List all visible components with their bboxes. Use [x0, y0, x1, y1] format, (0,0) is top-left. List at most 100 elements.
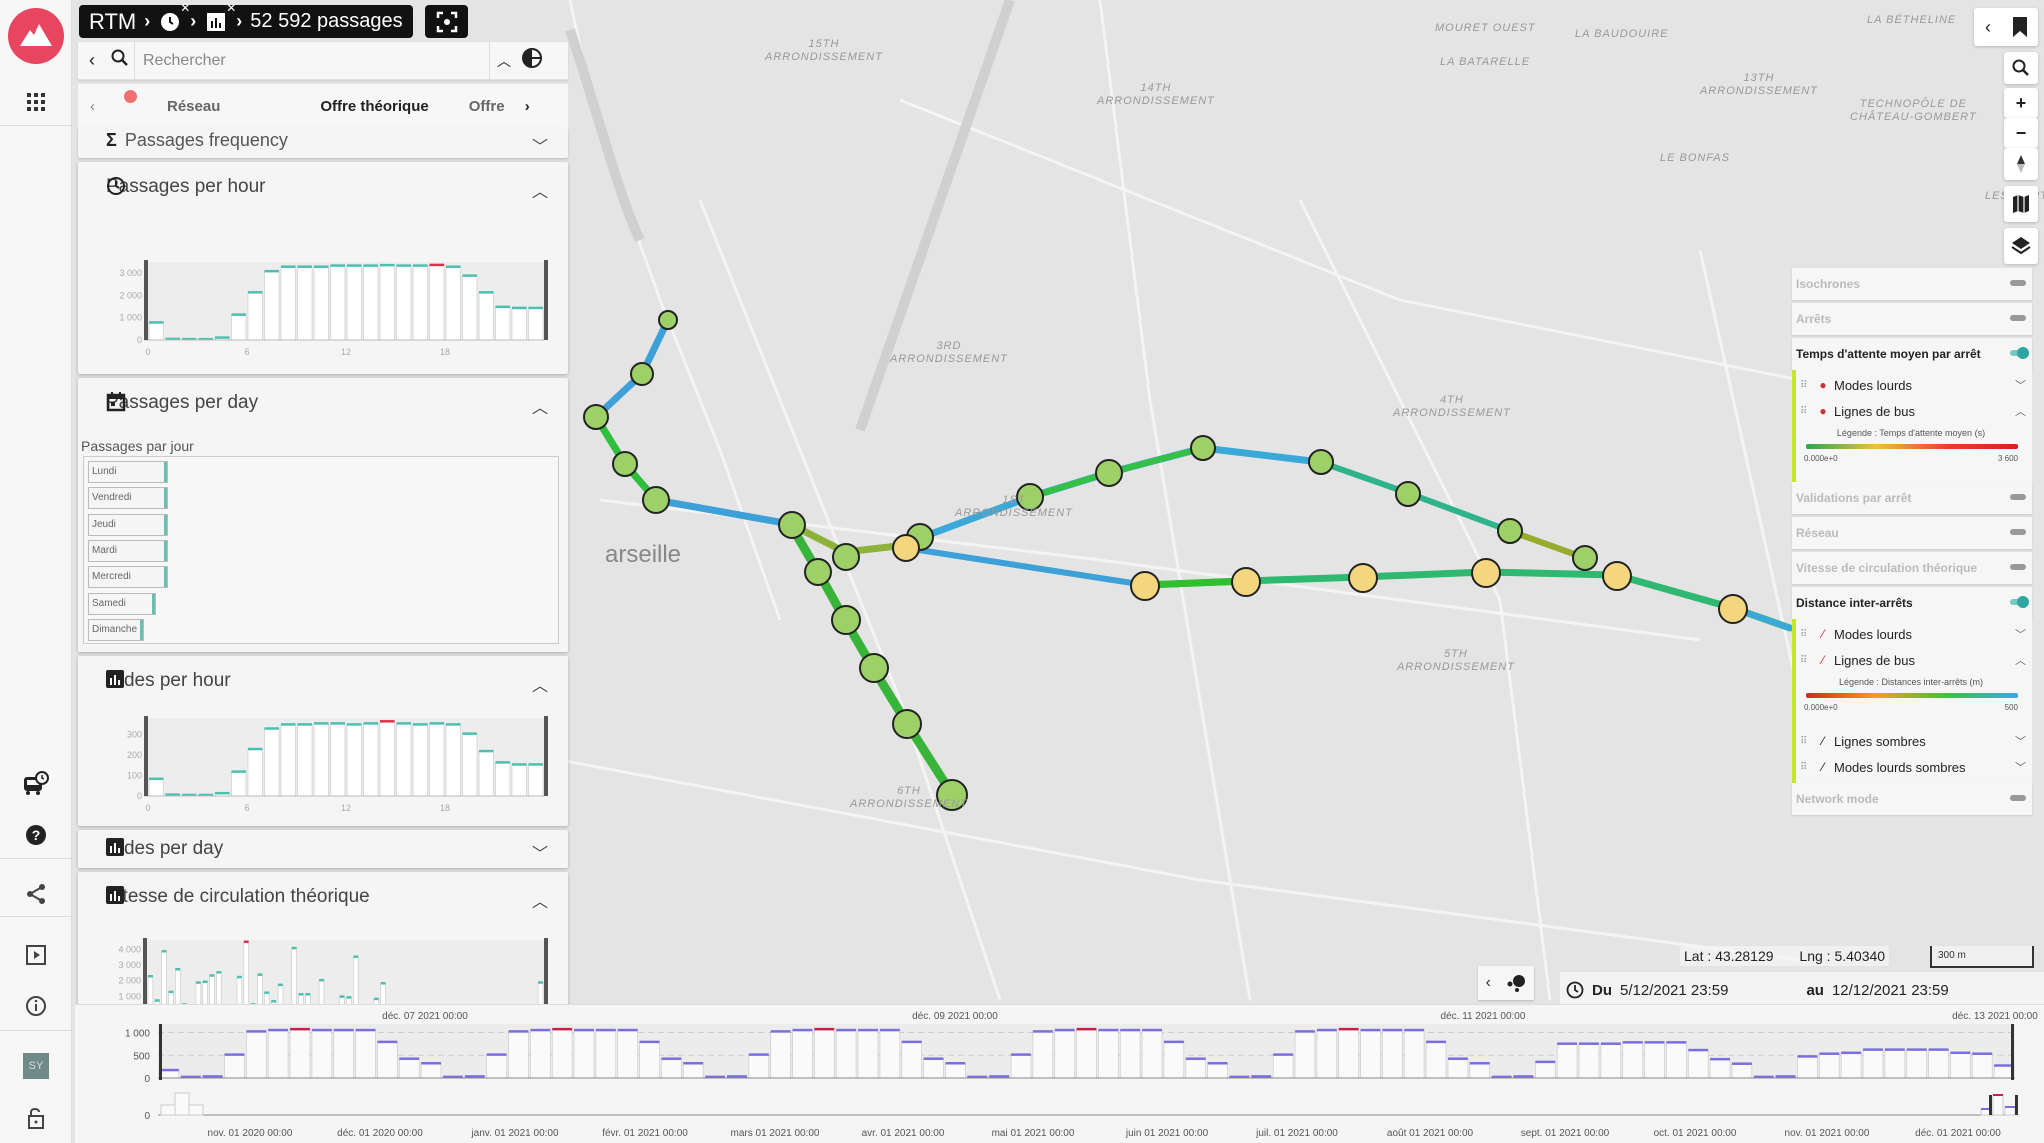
sublayer-modes-lourds[interactable]: ⠿ ● Modes lourds ﹀ [1800, 373, 2030, 397]
avatar[interactable]: SY [23, 1053, 49, 1079]
play-icon[interactable] [0, 935, 72, 975]
map-search-button[interactable] [2004, 52, 2038, 84]
apps-grid-icon[interactable] [0, 82, 72, 122]
chevron-down-icon[interactable]: ﹀ [2015, 759, 2026, 775]
share-icon[interactable] [0, 874, 72, 914]
bar-top-marker [1098, 1028, 1119, 1032]
sublayer-modes-lourds[interactable]: ⠿ ⁄ Modes lourds ﹀ [1800, 622, 2030, 646]
layer-toggle[interactable] [2010, 596, 2029, 608]
bookmarks-control[interactable]: ‹ [1974, 8, 2038, 46]
layer-vitesse[interactable]: Vitesse de circulation théorique [1792, 552, 2032, 584]
chevron-left-icon[interactable]: ‹ [1985, 17, 1991, 38]
bar [1578, 1043, 1600, 1079]
chevron-up-icon[interactable]: ︿ [2015, 403, 2026, 419]
bar-top-marker [413, 264, 428, 267]
layer-temps-attente[interactable]: Temps d'attente moyen par arrêt [1792, 338, 2032, 370]
tab-reseau[interactable]: Réseau [157, 98, 230, 115]
zoom-in-button[interactable]: + [2004, 88, 2038, 118]
day-bar[interactable]: Dimanche [88, 618, 144, 641]
layer-isochrones[interactable]: Isochrones [1792, 268, 2032, 300]
day-bar[interactable]: Samedi [88, 592, 156, 615]
day-bar[interactable]: Lundi [88, 461, 168, 483]
drag-handle-icon[interactable]: ⠿ [1800, 629, 1812, 640]
period-to: 12/12/2021 23:59 [1831, 981, 1949, 999]
bar-top-marker [209, 974, 215, 977]
compass-button[interactable] [2004, 148, 2038, 180]
tab-offre-theorique[interactable]: Offre théorique [310, 98, 438, 115]
layer-toggle[interactable] [2010, 564, 2026, 570]
chevron-down-icon[interactable]: ﹀ [532, 840, 548, 864]
chevron-left-icon[interactable]: ‹ [1486, 974, 1491, 992]
y-tick-label: 3 000 [118, 960, 141, 970]
sublayer-modes-lourds-sombres[interactable]: ⠿ ⁄ Modes lourds sombres ﹀ [1800, 755, 2030, 779]
back-icon[interactable]: ‹ [78, 50, 106, 71]
latitude: Lat : 43.28129 [1684, 948, 1774, 964]
chevron-right-icon: › [190, 11, 197, 31]
close-icon[interactable]: ✕ [180, 1, 190, 15]
mountain-logo[interactable] [8, 8, 64, 64]
breadcrumb-root[interactable]: RTM [89, 9, 136, 35]
layer-toggle[interactable] [2010, 494, 2026, 500]
drag-handle-icon[interactable]: ⠿ [1800, 762, 1812, 773]
breadcrumb-clock-filter[interactable]: ✕ [158, 1, 190, 34]
layer-arrets[interactable]: Arrêts [1792, 303, 2032, 335]
day-bar[interactable]: Mardi [88, 539, 168, 562]
layer-toggle[interactable] [2010, 280, 2026, 286]
info-icon[interactable] [0, 986, 72, 1026]
bar-top-marker [1950, 1051, 1971, 1055]
rides-per-hour-chart[interactable]: 0 100 200 300 0 6 12 18 [78, 656, 568, 826]
basemap-button[interactable] [2004, 186, 2038, 222]
layer-validations[interactable]: Validations par arrêt [1792, 482, 2032, 514]
bar-top-marker [347, 264, 362, 267]
search-icon[interactable] [106, 49, 134, 72]
layer-toggle[interactable] [2010, 795, 2026, 801]
bar [617, 1029, 638, 1079]
layer-reseau[interactable]: Réseau [1792, 517, 2032, 549]
tabs-next-icon[interactable]: › [519, 98, 530, 115]
bar-top-marker [396, 722, 411, 725]
layer-toggle[interactable] [2010, 315, 2026, 321]
zoom-out-button[interactable]: − [2004, 118, 2038, 148]
drag-handle-icon[interactable]: ⠿ [1800, 380, 1812, 391]
layer-network-mode[interactable]: Network mode [1792, 783, 2032, 815]
chevron-up-icon[interactable]: ︿ [2015, 652, 2026, 668]
passages-per-hour-chart[interactable]: 0 1 000 2 000 3 000 0 6 12 18 [78, 162, 568, 374]
bar-top-marker [363, 264, 378, 267]
layer-toggle[interactable] [2010, 347, 2029, 359]
drag-handle-icon[interactable]: ⠿ [1800, 655, 1812, 666]
bookmark-icon[interactable] [2013, 17, 2027, 37]
card-passages-frequency[interactable]: Σ Passages frequency ﹀ [78, 128, 568, 158]
collapse-icon[interactable]: ︿ [490, 51, 518, 71]
tabs-prev-icon[interactable]: ‹ [78, 98, 105, 115]
contrast-icon[interactable] [518, 48, 546, 73]
chevron-down-icon[interactable]: ﹀ [532, 133, 548, 157]
lock-icon[interactable] [0, 1098, 72, 1138]
help-icon[interactable]: ? [0, 815, 72, 855]
drag-handle-icon[interactable]: ⠿ [1800, 406, 1812, 417]
tab-offre[interactable]: Offre [469, 98, 519, 115]
focus-button[interactable] [425, 5, 468, 38]
day-bar[interactable]: Mercredi [88, 566, 168, 589]
chevron-up-icon[interactable]: ︿ [532, 394, 548, 418]
chevron-down-icon[interactable]: ﹀ [2015, 626, 2026, 642]
cluster-icon[interactable] [1506, 974, 1526, 992]
breadcrumb-chart-filter[interactable]: ✕ [204, 1, 236, 34]
layer-toggle[interactable] [2010, 529, 2026, 535]
period-display[interactable]: Du 5/12/2021 23:59 au 12/12/2021 23:59 [1560, 972, 2044, 1008]
chevron-down-icon[interactable]: ﹀ [2015, 377, 2026, 393]
sublayer-lignes-sombres[interactable]: ⠿ ⁄ Lignes sombres ﹀ [1800, 729, 2030, 753]
layer-distance-inter-arrets[interactable]: Distance inter-arrêts [1792, 587, 2032, 619]
chevron-down-icon[interactable]: ﹀ [2015, 733, 2026, 749]
close-icon[interactable]: ✕ [226, 1, 236, 15]
timeline-chart[interactable]: 0 500 1 000 déc. 07 2021 00:00 déc. 09 2021 … [75, 1005, 2044, 1143]
day-bar[interactable]: Jeudi [88, 513, 168, 536]
card-rides-per-day[interactable]: Rides per day ﹀ [78, 830, 568, 868]
bus-schedule-icon[interactable] [0, 764, 72, 804]
sublayer-lignes-de-bus[interactable]: ⠿ ● Lignes de bus ︿ [1800, 399, 2030, 423]
drag-handle-icon[interactable]: ⠿ [1800, 736, 1812, 747]
sublayer-lignes-de-bus[interactable]: ⠿ ⁄ Lignes de bus ︿ [1800, 648, 2030, 672]
search-input[interactable]: Rechercher [134, 41, 490, 80]
bar-top-marker [1644, 1041, 1665, 1044]
day-bar[interactable]: Vendredi [88, 487, 168, 510]
layers-button[interactable] [2004, 228, 2038, 264]
